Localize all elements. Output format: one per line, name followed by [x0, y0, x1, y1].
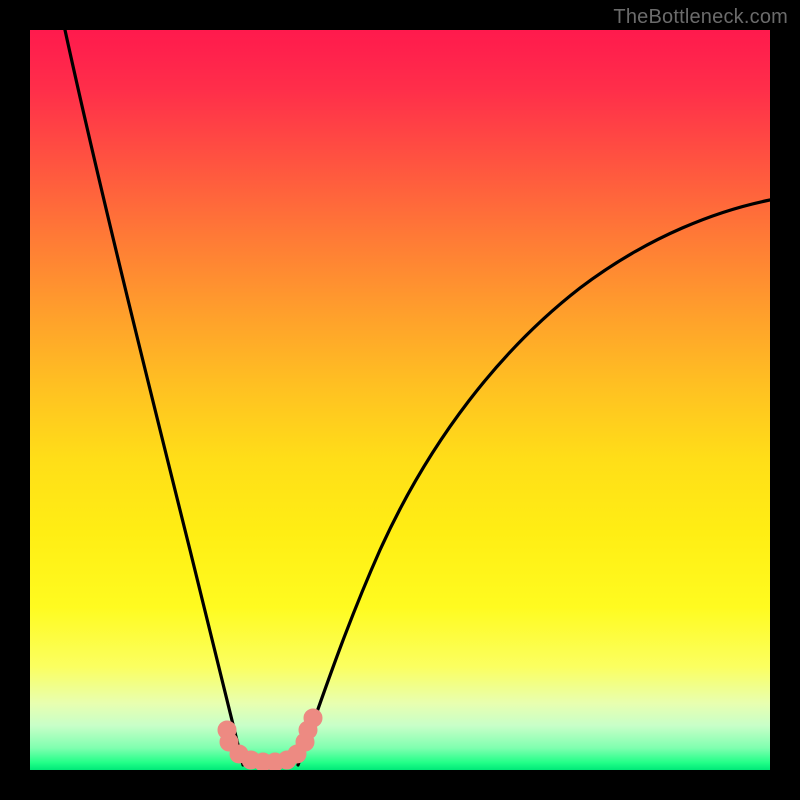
plot-area	[30, 30, 770, 770]
chart-svg	[30, 30, 770, 770]
marker-worm-group	[218, 709, 322, 770]
curve-left-branch	[65, 30, 243, 765]
curve-right-branch	[298, 200, 770, 765]
watermark-text: TheBottleneck.com	[613, 6, 788, 29]
chart-frame: TheBottleneck.com	[0, 0, 800, 800]
